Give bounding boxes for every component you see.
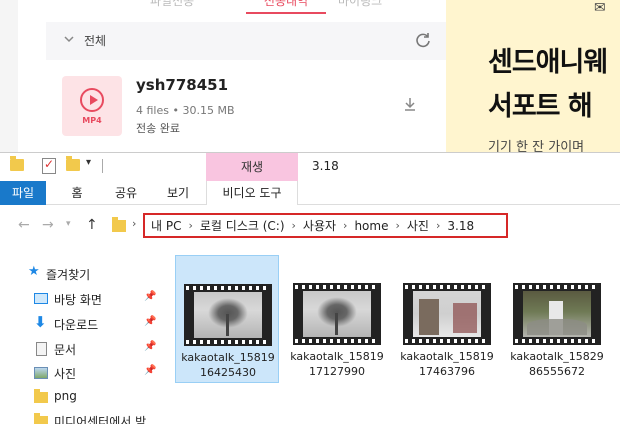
pin-icon[interactable]: 📌 xyxy=(144,365,156,376)
star-icon: ★ xyxy=(28,264,40,279)
folder-icon xyxy=(34,413,48,424)
ribbon-tabs: 파일 홈 공유 보기 비디오 도구 xyxy=(0,181,620,205)
filter-label[interactable]: 전체 xyxy=(84,32,106,49)
background-transfer-app: 파일전송 전송내역 마이링크 전체 MP4 ysh778451 4 files … xyxy=(0,0,620,160)
video-thumbnail xyxy=(293,283,381,345)
up-arrow-icon[interactable]: ↑ xyxy=(86,217,98,233)
nav-item-label: 즐겨찾기 xyxy=(46,268,91,282)
file-name: kakaotalk_15829 86555672 xyxy=(510,350,604,378)
nav-item-documents[interactable]: 문서 📌 xyxy=(0,338,160,360)
nav-item-label: 사진 xyxy=(54,367,77,381)
tab-home[interactable]: 홈 xyxy=(62,181,92,205)
nav-item-desktop[interactable]: 바탕 화면 📌 xyxy=(0,288,160,310)
file-name: kakaotalk_15819 17127990 xyxy=(290,350,384,378)
banner-headline-2: 서포트 해 xyxy=(488,91,593,122)
play-icon xyxy=(80,88,104,112)
chevron-right-icon[interactable]: › xyxy=(292,219,296,232)
download-icon[interactable] xyxy=(402,96,418,112)
breadcrumb-home[interactable]: home xyxy=(354,219,388,233)
tab-view[interactable]: 보기 xyxy=(158,181,198,205)
nav-item-label: png xyxy=(54,389,77,403)
folder-icon xyxy=(112,217,126,232)
breadcrumb-this-pc[interactable]: 내 PC xyxy=(151,217,181,234)
back-arrow-icon[interactable]: ← xyxy=(18,217,30,233)
nav-item-quick-access[interactable]: ★ 즐겨찾기 xyxy=(0,263,160,285)
chevron-right-icon[interactable]: › xyxy=(343,219,347,232)
promo-banner: ✉ 센드애니웨 서포트 해 기기 한 잔 가이며 xyxy=(446,0,620,160)
address-bar[interactable]: 내 PC › 로컬 디스크 (C:) › 사용자 › home › 사진 › 3… xyxy=(143,213,508,238)
chevron-down-icon[interactable] xyxy=(62,32,76,46)
tab-file-transfer[interactable]: 파일전송 xyxy=(150,0,194,9)
tab-transfer-history[interactable]: 전송내역 xyxy=(246,0,326,12)
pin-icon[interactable]: 📌 xyxy=(144,291,156,302)
file-item[interactable]: kakaotalk_15829 86555672 xyxy=(505,255,609,383)
nav-item-png-folder[interactable]: png xyxy=(0,386,160,408)
folder-icon[interactable] xyxy=(10,156,24,171)
transfer-meta: 4 files • 30.15 MB xyxy=(136,104,235,117)
tab-video-tools[interactable]: 비디오 도구 xyxy=(206,181,298,205)
tab-file[interactable]: 파일 xyxy=(0,181,46,205)
file-name: kakaotalk_15819 16425430 xyxy=(181,351,275,379)
navigation-pane: ★ 즐겨찾기 바탕 화면 📌 ⬇ 다운로드 📌 문서 📌 사진 📌 png 미디… xyxy=(0,245,160,424)
document-icon xyxy=(36,342,47,356)
window-title: 3.18 xyxy=(312,159,339,173)
app-left-strip xyxy=(0,0,18,160)
video-thumbnail xyxy=(184,284,272,346)
navigation-bar: ← → ▾ ↑ › 내 PC › 로컬 디스크 (C:) › 사용자 › hom… xyxy=(0,205,620,245)
chevron-right-icon[interactable]: › xyxy=(188,219,192,232)
breadcrumb-users[interactable]: 사용자 xyxy=(303,217,336,234)
quick-access-toolbar: ▾ 재생 3.18 xyxy=(0,153,620,181)
file-name: kakaotalk_15819 17463796 xyxy=(400,350,494,378)
breadcrumb-pictures[interactable]: 사진 xyxy=(407,217,429,234)
file-item[interactable]: kakaotalk_15819 17127990 xyxy=(285,255,389,383)
properties-icon[interactable] xyxy=(42,157,56,174)
video-thumbnail xyxy=(403,283,491,345)
chevron-right-icon[interactable]: › xyxy=(395,219,399,232)
download-arrow-icon: ⬇ xyxy=(34,313,47,331)
pictures-icon xyxy=(34,367,48,379)
forward-arrow-icon[interactable]: → xyxy=(42,217,54,233)
transfer-history-panel: 파일전송 전송내역 마이링크 전체 MP4 ysh778451 4 files … xyxy=(46,0,446,160)
nav-item-label: 문서 xyxy=(54,343,77,357)
recent-locations-icon[interactable]: ▾ xyxy=(66,219,71,229)
file-item[interactable]: kakaotalk_15819 16425430 xyxy=(175,255,279,383)
pin-icon[interactable]: 📌 xyxy=(144,341,156,352)
file-list: kakaotalk_15819 16425430 kakaotalk_15819 1… xyxy=(170,245,620,424)
file-type-badge: MP4 xyxy=(82,116,102,125)
nav-item-label: 미디어센터에서 받 xyxy=(54,415,147,424)
transfer-status: 전송 완료 xyxy=(136,122,180,135)
pin-icon[interactable]: 📌 xyxy=(144,316,156,327)
breadcrumb-local-disk[interactable]: 로컬 디스크 (C:) xyxy=(200,217,285,234)
nav-item-pictures[interactable]: 사진 📌 xyxy=(0,362,160,384)
new-folder-icon[interactable] xyxy=(66,156,80,171)
chevron-right-icon[interactable]: › xyxy=(436,219,440,232)
qat-dropdown-icon[interactable]: ▾ xyxy=(86,157,91,168)
active-tab-underline xyxy=(246,12,326,14)
breadcrumb-current-folder[interactable]: 3.18 xyxy=(447,219,474,233)
file-item[interactable]: kakaotalk_15819 17463796 xyxy=(395,255,499,383)
nav-item-media-center-folder[interactable]: 미디어센터에서 받 xyxy=(0,410,160,424)
nav-item-downloads[interactable]: ⬇ 다운로드 📌 xyxy=(0,313,160,335)
tab-my-link[interactable]: 마이링크 xyxy=(338,0,382,9)
nav-item-label: 바탕 화면 xyxy=(54,293,102,307)
desktop-icon xyxy=(34,293,48,304)
file-explorer-window: ▾ 재생 3.18 파일 홈 공유 보기 비디오 도구 ← → ▾ ↑ › 내 … xyxy=(0,152,620,424)
file-type-thumbnail[interactable]: MP4 xyxy=(62,76,122,136)
chevron-right-icon[interactable]: › xyxy=(132,217,136,230)
refresh-icon[interactable] xyxy=(414,31,432,49)
folder-icon xyxy=(34,389,48,403)
context-tab-header: 재생 xyxy=(206,153,298,181)
message-icon: ✉ xyxy=(594,0,606,16)
banner-headline-1: 센드애니웨 xyxy=(488,47,608,78)
nav-item-label: 다운로드 xyxy=(54,318,99,332)
filter-row[interactable]: 전체 xyxy=(46,22,446,60)
transfer-name[interactable]: ysh778451 xyxy=(136,76,228,94)
toolbar-divider xyxy=(102,159,103,173)
tab-share[interactable]: 공유 xyxy=(106,181,146,205)
video-thumbnail xyxy=(513,283,601,345)
